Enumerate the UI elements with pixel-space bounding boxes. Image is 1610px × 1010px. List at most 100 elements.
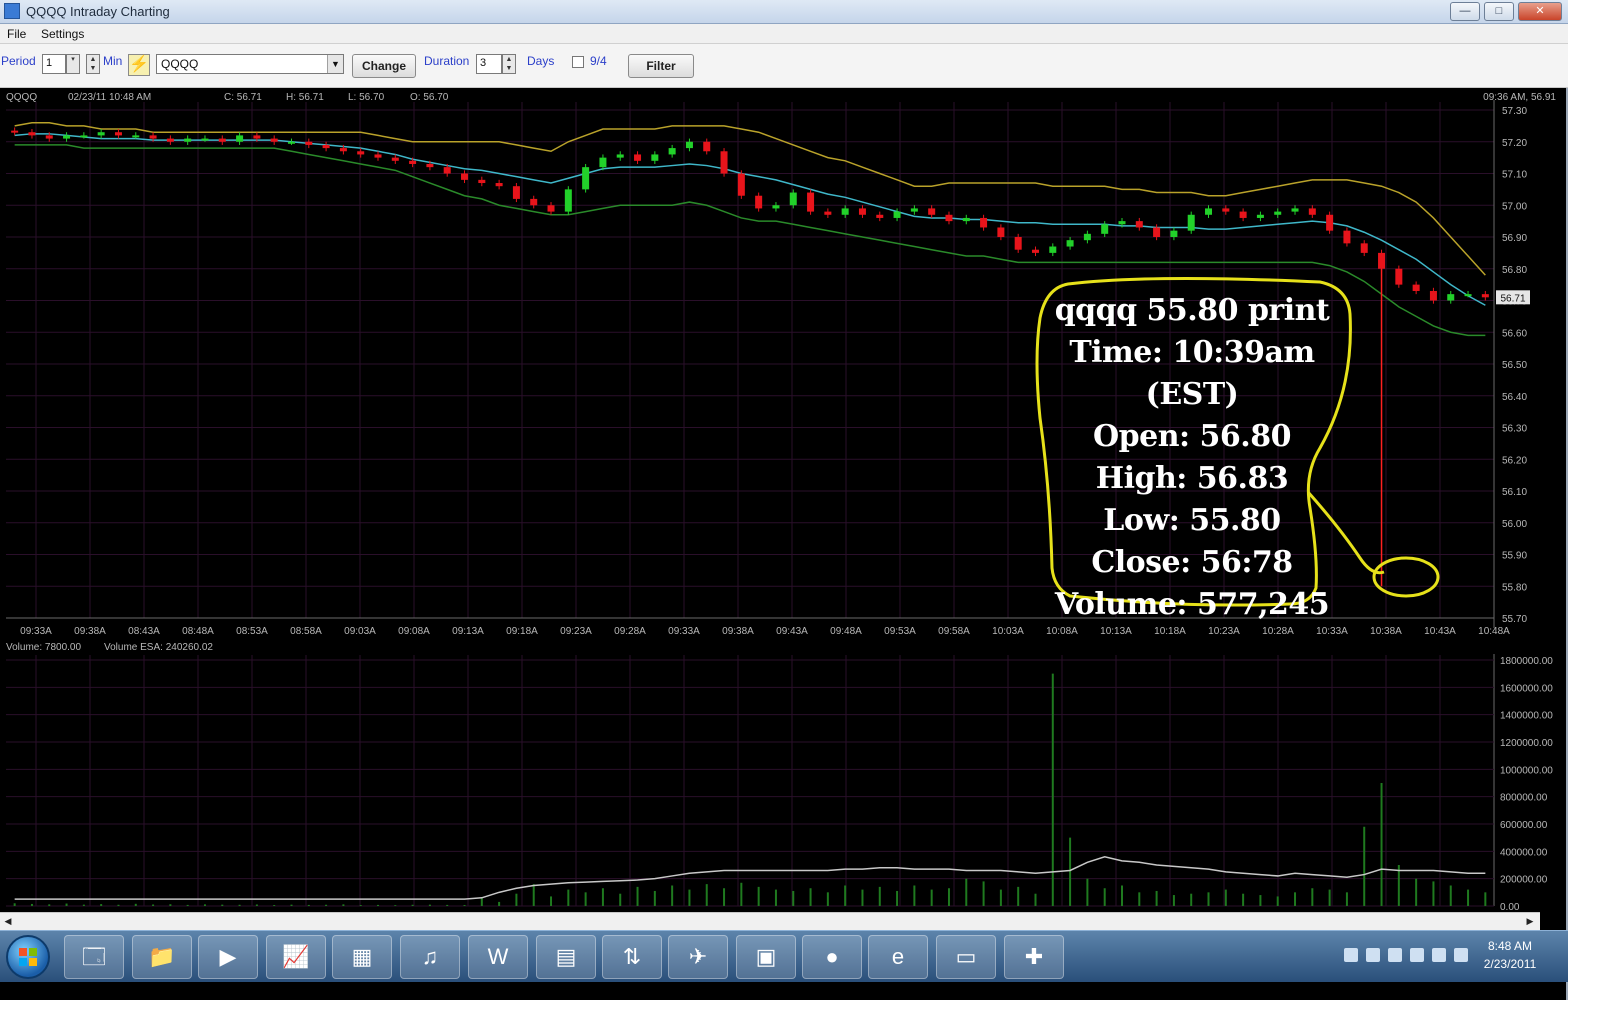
price-tick-label: 56.60 bbox=[1502, 328, 1527, 339]
volume-tick-label: 1400000.00 bbox=[1500, 711, 1553, 722]
taskbar-folder-icon[interactable]: 📁 bbox=[132, 935, 192, 979]
time-tick-label: 08:48A bbox=[182, 626, 214, 637]
taskbar-vp-icon[interactable]: ✈ bbox=[668, 935, 728, 979]
taskbar-app-icon[interactable]: ▣ bbox=[736, 935, 796, 979]
tray-arrow-icon[interactable] bbox=[1344, 948, 1358, 962]
price-tick-label: 57.30 bbox=[1502, 106, 1527, 117]
candle-body bbox=[149, 135, 157, 139]
period-dropdown[interactable]: ▾ bbox=[66, 54, 80, 74]
candle-body bbox=[1274, 211, 1282, 215]
price-tick-label: 55.70 bbox=[1502, 614, 1527, 625]
price-tick-label: 57.00 bbox=[1502, 201, 1527, 212]
candle-body bbox=[409, 160, 417, 164]
candle-body bbox=[45, 135, 53, 139]
chevron-down-icon[interactable]: ▼ bbox=[327, 55, 343, 73]
candle-body bbox=[132, 135, 140, 138]
price-tick-label: 56.40 bbox=[1502, 392, 1527, 403]
taskbar-word-icon[interactable]: W bbox=[468, 935, 528, 979]
menu-settings[interactable]: Settings bbox=[41, 27, 84, 41]
tray-network-icon[interactable] bbox=[1410, 948, 1424, 962]
taskbar-grid-app-icon[interactable]: ▦ bbox=[332, 935, 392, 979]
tray-volume-icon[interactable] bbox=[1432, 948, 1446, 962]
annotation-line: Close: 56:78 bbox=[1091, 545, 1293, 580]
change-button[interactable]: Change bbox=[352, 54, 416, 78]
candle-body bbox=[28, 132, 36, 136]
candle-body bbox=[807, 192, 815, 212]
taskbar-media-player-icon[interactable]: ▶ bbox=[198, 935, 258, 979]
maximize-button[interactable]: □ bbox=[1484, 2, 1514, 21]
duration-stepper[interactable]: ▲ ▼ bbox=[502, 54, 516, 74]
candle-body bbox=[512, 186, 520, 199]
candle-body bbox=[443, 167, 451, 174]
taskbar-sync-icon[interactable]: ⇅ bbox=[602, 935, 662, 979]
minimize-button[interactable]: — bbox=[1450, 2, 1480, 21]
chart-symbol-label: QQQQ bbox=[6, 92, 37, 103]
candle-body bbox=[668, 148, 676, 155]
candle-body bbox=[1256, 214, 1264, 218]
candle-body bbox=[478, 179, 486, 184]
app-icon bbox=[4, 3, 20, 19]
symbol-combo[interactable]: QQQQ ▼ bbox=[156, 54, 344, 74]
time-tick-label: 10:03A bbox=[992, 626, 1024, 637]
candle-body bbox=[703, 141, 711, 152]
time-tick-label: 09:58A bbox=[938, 626, 970, 637]
taskbar-firefox-icon[interactable]: ● bbox=[802, 935, 862, 979]
volume-tick-label: 400000.00 bbox=[1500, 847, 1548, 858]
tray-flag-icon[interactable] bbox=[1366, 948, 1380, 962]
annotation-circle bbox=[1372, 556, 1440, 598]
title-bar[interactable]: QQQQ Intraday Charting — □ ✕ bbox=[0, 0, 1568, 24]
candle-body bbox=[1222, 208, 1230, 212]
time-tick-label: 08:43A bbox=[128, 626, 160, 637]
scroll-right-icon[interactable]: ▶ bbox=[1522, 914, 1538, 929]
checkbox-94[interactable] bbox=[572, 56, 584, 68]
tray-power-icon[interactable] bbox=[1388, 948, 1402, 962]
lightning-icon[interactable]: ⚡ bbox=[128, 54, 150, 76]
start-button[interactable] bbox=[6, 935, 50, 979]
volume-esa-polyline bbox=[14, 856, 1486, 900]
candle-body bbox=[426, 163, 434, 168]
candle-body bbox=[928, 208, 936, 215]
taskbar-ie-icon[interactable]: e bbox=[868, 935, 928, 979]
period-stepper[interactable]: ▲ ▼ bbox=[86, 54, 100, 74]
volume-tick-label: 1800000.00 bbox=[1500, 656, 1553, 667]
taskbar-chart-icon[interactable]: 📈 bbox=[266, 935, 326, 979]
candle-body bbox=[1326, 214, 1334, 231]
scroll-left-icon[interactable]: ◀ bbox=[0, 914, 16, 929]
taskbar-plus-icon[interactable]: ✚ bbox=[1004, 935, 1064, 979]
chart-low-label: L: 56.70 bbox=[348, 92, 385, 103]
candle-body bbox=[11, 130, 19, 133]
candle-body bbox=[1412, 284, 1420, 291]
candle-body bbox=[530, 198, 538, 206]
candle-body bbox=[876, 214, 884, 218]
candle-body bbox=[1239, 211, 1247, 218]
taskbar-window-icon[interactable]: ▭ bbox=[936, 935, 996, 979]
tray-time[interactable]: 8:48 AM bbox=[1480, 939, 1540, 953]
candle-body bbox=[1187, 214, 1195, 231]
taskbar-explorer-icon[interactable]: 🗔 bbox=[64, 935, 124, 979]
taskbar-calculator-icon[interactable]: ▤ bbox=[536, 935, 596, 979]
menu-file[interactable]: File bbox=[7, 27, 26, 41]
horizontal-scrollbar[interactable]: ◀ ▶ bbox=[0, 912, 1540, 930]
candle-body bbox=[63, 135, 71, 139]
candle-body bbox=[841, 208, 849, 215]
filter-button[interactable]: Filter bbox=[628, 54, 694, 78]
taskbar-itunes-icon[interactable]: ♫ bbox=[400, 935, 460, 979]
candle-body bbox=[1170, 230, 1178, 237]
volume-tick-label: 1600000.00 bbox=[1500, 683, 1553, 694]
duration-input[interactable]: 3 bbox=[476, 54, 502, 74]
candle-body bbox=[1014, 237, 1022, 250]
volume-tick-label: 1000000.00 bbox=[1500, 765, 1553, 776]
candle-body bbox=[391, 157, 399, 161]
candle-body bbox=[374, 154, 382, 158]
period-input[interactable]: 1 bbox=[42, 54, 66, 74]
tray-signal-icon[interactable] bbox=[1454, 948, 1468, 962]
time-tick-label: 09:53A bbox=[884, 626, 916, 637]
time-tick-label: 10:48A bbox=[1478, 626, 1510, 637]
tray-date[interactable]: 2/23/2011 bbox=[1478, 957, 1542, 971]
close-button[interactable]: ✕ bbox=[1518, 2, 1562, 21]
candle-body bbox=[1481, 294, 1489, 298]
candle-body bbox=[236, 135, 244, 142]
taskbar: 🗔 📁 ▶ 📈 ▦ ♫ W ▤ ⇅ ✈ ▣ ● e ▭ ✚ 8:48 AM 2/… bbox=[0, 930, 1568, 982]
candle-body bbox=[114, 132, 122, 136]
candle-body bbox=[720, 151, 728, 174]
